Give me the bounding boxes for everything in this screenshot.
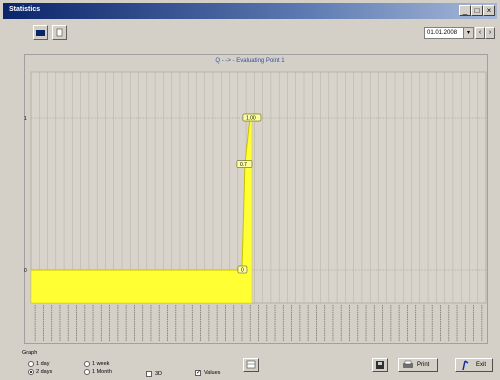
plot-area xyxy=(30,71,487,304)
export-button[interactable] xyxy=(243,358,259,372)
checkbox-3d-label: 3D xyxy=(155,371,163,377)
radio-2-days-label: 2 days xyxy=(36,369,53,375)
table-icon xyxy=(246,360,256,369)
radio-1-day[interactable] xyxy=(28,361,34,367)
printer-icon xyxy=(403,360,413,368)
radio-2-days[interactable] xyxy=(28,369,34,375)
exit-door-icon xyxy=(462,360,469,371)
exit-button[interactable]: Exit xyxy=(455,358,493,372)
checkbox-values[interactable]: ✓ xyxy=(195,370,201,376)
checkbox-values-label: Values xyxy=(204,370,221,376)
data-label: 0.7 xyxy=(240,162,247,168)
radio-1-week-label: 1 week xyxy=(92,361,110,367)
y-tick-label: 0 xyxy=(24,268,27,274)
radio-1-month-label: 1 Month xyxy=(92,369,112,375)
print-label: Print xyxy=(417,362,430,368)
radio-1-month[interactable] xyxy=(84,369,90,375)
statistics-window: Statistics _ □ × 01.01.2008 ▾ ‹ › Q - ->… xyxy=(0,0,500,380)
checkbox-3d[interactable] xyxy=(146,371,152,377)
graph-group-label: Graph xyxy=(22,350,38,356)
radio-1-day-label: 1 day xyxy=(36,361,50,367)
disk-icon xyxy=(376,361,384,369)
data-label: 0 xyxy=(241,268,244,274)
exit-label: Exit xyxy=(476,362,487,368)
y-tick-label: 1 xyxy=(24,116,27,122)
print-button[interactable]: Print xyxy=(398,358,438,372)
data-label: 1.00 xyxy=(246,116,256,122)
radio-1-week[interactable] xyxy=(84,361,90,367)
chart-svg: 1 0 0 0.7 1.00 xyxy=(24,71,487,341)
bottom-bar: Graph 1 day 2 days 1 week 1 Month 3D ✓ V… xyxy=(0,345,500,380)
save-button[interactable] xyxy=(372,358,388,372)
